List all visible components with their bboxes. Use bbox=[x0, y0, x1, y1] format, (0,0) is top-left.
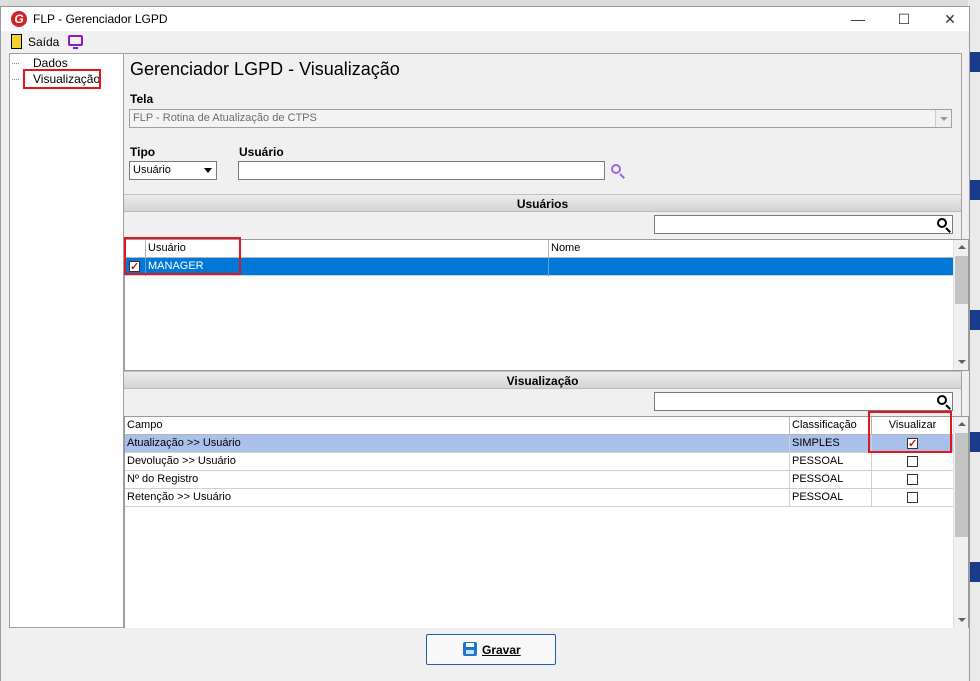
chevron-down-icon[interactable] bbox=[200, 162, 216, 179]
exit-button[interactable]: Saída bbox=[28, 35, 59, 49]
exit-door-icon[interactable] bbox=[11, 34, 22, 49]
campo-cell: Nº do Registro bbox=[125, 471, 790, 489]
minimize-button[interactable]: — bbox=[835, 7, 881, 31]
scroll-down-icon[interactable] bbox=[954, 355, 968, 370]
usuarios-filter-input[interactable] bbox=[654, 215, 953, 234]
tela-label: Tela bbox=[130, 92, 154, 106]
classificacao-cell: PESSOAL bbox=[790, 471, 872, 489]
scroll-thumb[interactable] bbox=[955, 433, 968, 537]
table-row[interactable]: Devolução >> Usuário PESSOAL bbox=[125, 453, 954, 471]
nome-cell bbox=[549, 258, 954, 276]
save-button-label: Gravar bbox=[482, 643, 521, 657]
visualizar-checkbox[interactable] bbox=[907, 492, 918, 503]
tela-select-value: FLP - Rotina de Atualização de CTPS bbox=[133, 112, 317, 124]
monitor-icon[interactable] bbox=[68, 35, 83, 49]
search-icon bbox=[937, 395, 947, 405]
table-row[interactable]: MANAGER bbox=[125, 258, 954, 276]
page-title: Gerenciador LGPD - Visualização bbox=[130, 59, 400, 79]
scroll-thumb[interactable] bbox=[955, 256, 968, 304]
visualizar-checkbox[interactable] bbox=[907, 456, 918, 467]
column-header-classificacao[interactable]: Classificação bbox=[790, 417, 872, 435]
highlight-box bbox=[124, 237, 241, 275]
usuarios-grid-header: Usuário Nome bbox=[125, 240, 954, 258]
classificacao-cell: SIMPLES bbox=[790, 435, 872, 453]
column-header-nome[interactable]: Nome bbox=[549, 240, 954, 258]
tipo-label: Tipo bbox=[130, 145, 156, 159]
visualizacao-grid: Campo Classificação Visualizar Atualizaç… bbox=[124, 416, 969, 629]
close-button[interactable]: ✕ bbox=[927, 7, 973, 31]
column-header-campo[interactable]: Campo bbox=[125, 417, 790, 435]
campo-cell: Devolução >> Usuário bbox=[125, 453, 790, 471]
usuario-input[interactable] bbox=[238, 161, 605, 180]
campo-cell: Atualização >> Usuário bbox=[125, 435, 790, 453]
tipo-select[interactable]: Usuário bbox=[129, 161, 217, 180]
chevron-down-icon[interactable] bbox=[935, 110, 951, 127]
search-icon bbox=[611, 164, 621, 174]
main-panel: Gerenciador LGPD - Visualização Tela FLP… bbox=[124, 53, 969, 629]
title-bar: G FLP - Gerenciador LGPD — ☐ ✕ bbox=[1, 7, 969, 31]
visualizar-cell bbox=[872, 471, 954, 489]
floppy-disk-icon bbox=[463, 642, 477, 656]
save-button[interactable]: Gravar bbox=[426, 634, 556, 665]
visualizacao-scrollbar[interactable] bbox=[953, 417, 968, 628]
visualizacao-grid-header: Campo Classificação Visualizar bbox=[125, 417, 954, 435]
scroll-up-icon[interactable] bbox=[954, 240, 968, 255]
usuarios-section-header: Usuários bbox=[124, 194, 961, 212]
highlight-box bbox=[23, 69, 101, 89]
visualizar-cell bbox=[872, 453, 954, 471]
classificacao-cell: PESSOAL bbox=[790, 453, 872, 471]
usuarios-filter-search-button[interactable] bbox=[935, 216, 953, 234]
visualizacao-filter-input[interactable] bbox=[654, 392, 953, 411]
tree-connector bbox=[12, 79, 19, 80]
highlight-box bbox=[868, 411, 952, 453]
search-icon bbox=[937, 218, 947, 228]
scroll-down-icon[interactable] bbox=[954, 613, 968, 628]
tipo-select-value: Usuário bbox=[133, 164, 171, 176]
table-row[interactable]: Retenção >> Usuário PESSOAL bbox=[125, 489, 954, 507]
lgpd-manager-window: G FLP - Gerenciador LGPD — ☐ ✕ Saída Dad… bbox=[0, 6, 970, 681]
campo-cell: Retenção >> Usuário bbox=[125, 489, 790, 507]
footer-bar: Gravar bbox=[1, 628, 969, 681]
tela-select[interactable]: FLP - Rotina de Atualização de CTPS bbox=[129, 109, 952, 128]
scroll-up-icon[interactable] bbox=[954, 417, 968, 432]
tree-connector bbox=[12, 63, 19, 64]
navigation-tree: Dados Visualização bbox=[9, 53, 124, 628]
usuarios-grid: Usuário Nome MANAGER bbox=[124, 239, 969, 371]
maximize-button[interactable]: ☐ bbox=[881, 7, 927, 31]
usuario-search-button[interactable] bbox=[609, 162, 627, 180]
table-row[interactable]: Atualização >> Usuário SIMPLES bbox=[125, 435, 954, 453]
table-row[interactable]: Nº do Registro PESSOAL bbox=[125, 471, 954, 489]
app-logo-icon: G bbox=[11, 11, 27, 27]
visualizar-cell bbox=[872, 489, 954, 507]
usuario-label: Usuário bbox=[239, 145, 284, 159]
classificacao-cell: PESSOAL bbox=[790, 489, 872, 507]
tree-item-dados[interactable]: Dados bbox=[33, 56, 68, 70]
visualizar-checkbox[interactable] bbox=[907, 474, 918, 485]
window-title: FLP - Gerenciador LGPD bbox=[33, 12, 168, 26]
toolbar: Saída bbox=[1, 31, 969, 53]
usuarios-scrollbar[interactable] bbox=[953, 240, 968, 370]
visualizacao-filter-search-button[interactable] bbox=[935, 393, 953, 411]
visualizacao-section-header: Visualização bbox=[124, 371, 961, 389]
